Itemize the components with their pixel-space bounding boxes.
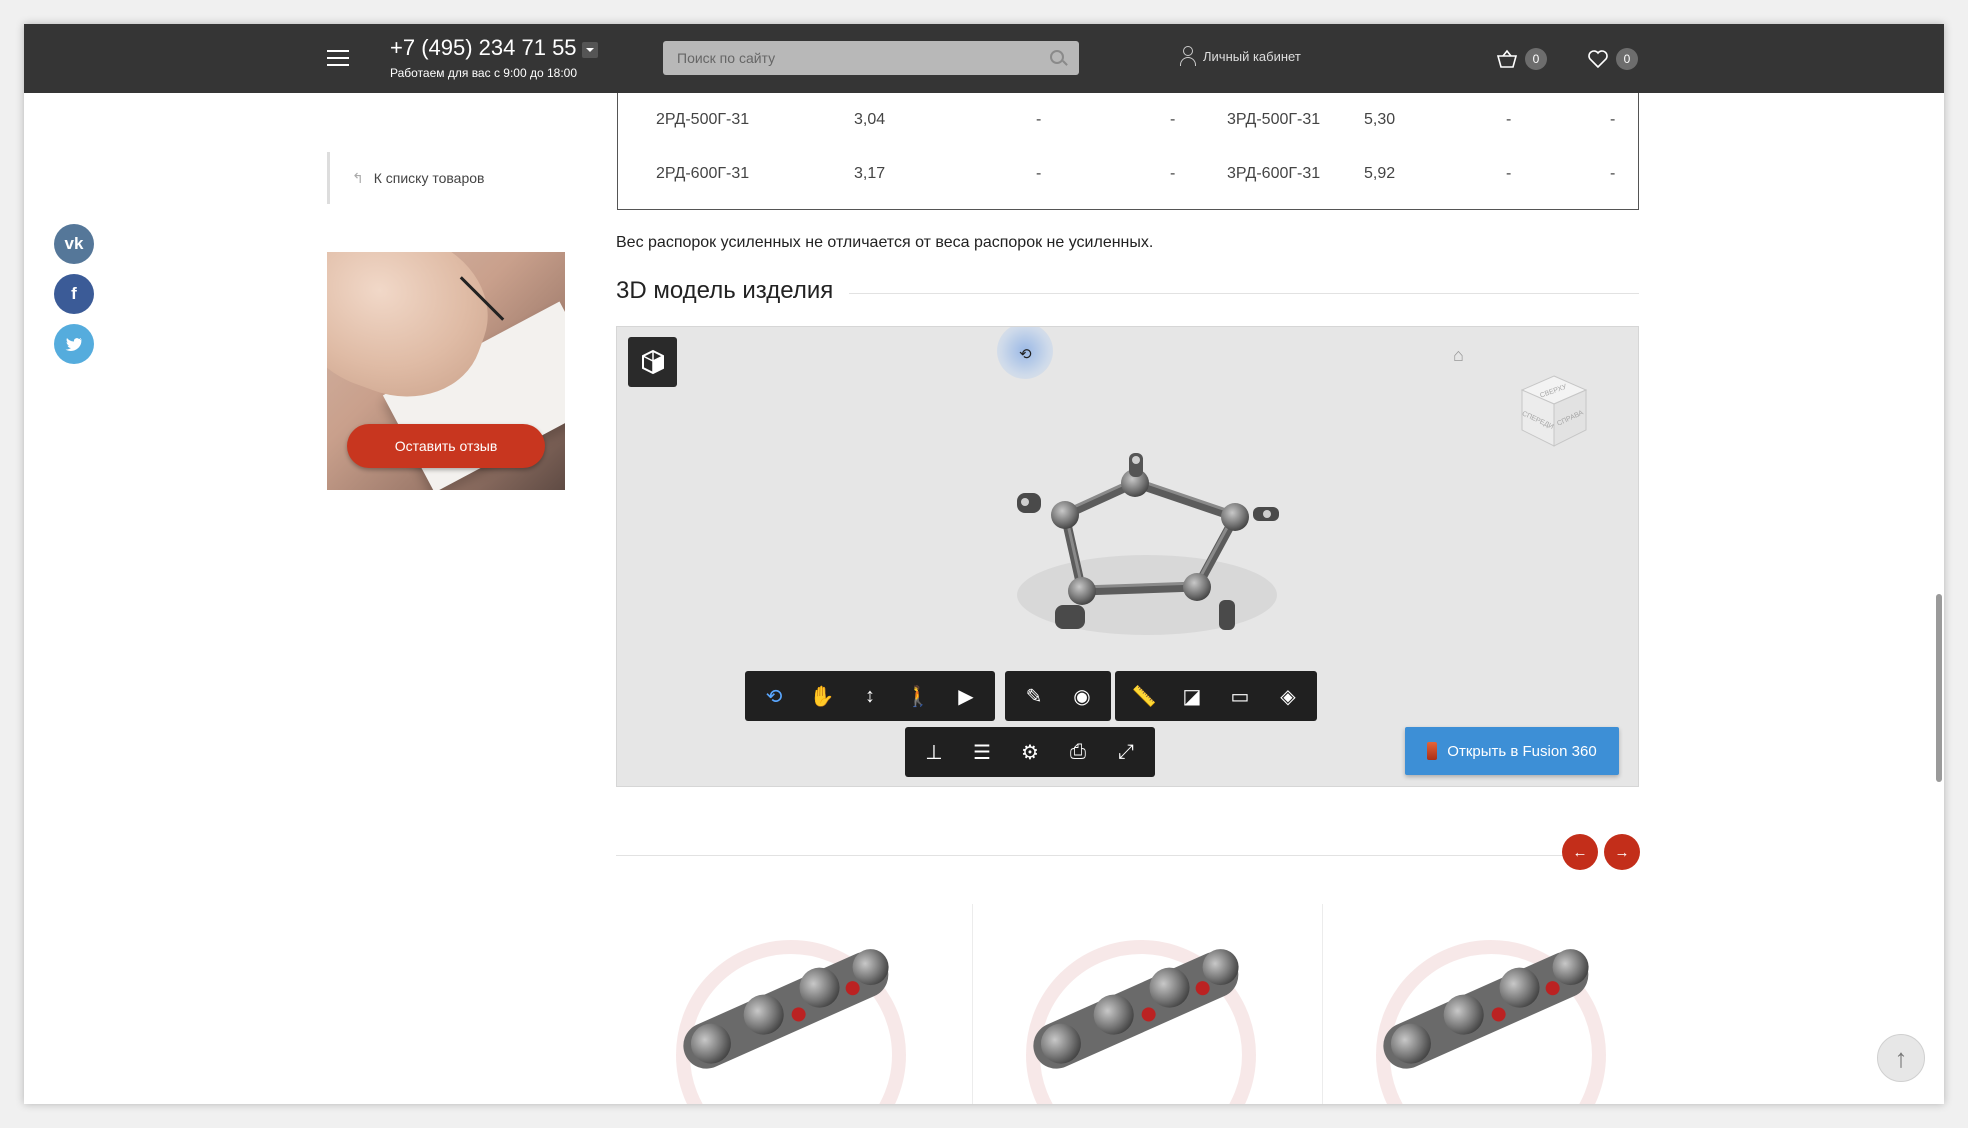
measure-ruler-icon[interactable]: 📏 — [1121, 674, 1167, 718]
table-cell: 2РД-500Г-31 — [656, 111, 750, 128]
section-title: 3D модель изделия — [616, 277, 850, 305]
table-cell: 3РД-500Г-31 — [1227, 111, 1321, 128]
model-browser-cube-icon[interactable] — [628, 337, 677, 387]
product-image — [1033, 949, 1239, 1069]
fusion-button-label: Открыть в Fusion 360 — [1447, 742, 1597, 760]
spacer-3d-model[interactable] — [997, 445, 1297, 675]
product-card[interactable] — [636, 904, 986, 1104]
print-icon[interactable]: ⎙ — [1055, 730, 1101, 774]
cart-button[interactable]: 0 — [1496, 48, 1547, 70]
table-row: 2РД-600Г-31 3,17 - - 3РД-600Г-31 5,92 - … — [618, 165, 1640, 189]
3d-viewer[interactable]: ⟲ ⌂ СВЕРХУ СПЕРЕДИ СПРАВА ⟲ ✋ ↕ 🚶 ▶ ✎ ◉ … — [616, 326, 1639, 787]
settings-gear-icon[interactable]: ⚙ — [1007, 730, 1053, 774]
review-banner: Оставить отзыв — [327, 252, 565, 490]
explode-cube-icon[interactable]: ◈ — [1265, 674, 1311, 718]
table-cell: - — [1170, 165, 1176, 182]
viewcube[interactable]: СВЕРХУ СПЕРЕДИ СПРАВА — [1514, 372, 1594, 452]
table-cell: 3РД-600Г-31 — [1227, 165, 1321, 182]
scrollbar[interactable] — [1936, 594, 1942, 782]
back-link-label: К списку товаров — [373, 170, 485, 186]
leave-review-button[interactable]: Оставить отзыв — [347, 424, 545, 468]
model-tree-icon[interactable]: ⊥ — [911, 730, 957, 774]
favorites-button[interactable]: 0 — [1587, 48, 1638, 70]
table-cell: 2РД-600Г-31 — [656, 165, 750, 182]
table-cell: 5,92 — [1364, 165, 1396, 182]
site-header: +7 (495) 234 71 55 Работаем для вас с 9:… — [24, 24, 1944, 93]
vk-icon[interactable]: vk — [54, 224, 94, 264]
tools-toolbar: 📏 ◪ ▭ ◈ — [1115, 671, 1317, 721]
table-cell: - — [1036, 111, 1042, 128]
table-cell: - — [1610, 111, 1616, 128]
orbit-cursor-icon: ⟲ — [1019, 346, 1032, 363]
fullscreen-icon[interactable]: ⤢ — [1103, 730, 1149, 774]
working-hours: Работаем для вас с 9:00 до 18:00 — [390, 66, 578, 80]
section-cube-icon[interactable]: ◪ — [1169, 674, 1215, 718]
first-person-icon[interactable]: 🚶 — [895, 674, 941, 718]
zoom-icon[interactable]: ↕ — [847, 674, 893, 718]
weight-note: Вес распорок усиленных не отличается от … — [616, 234, 1154, 251]
markup-pen-icon[interactable]: ✎ — [1011, 674, 1057, 718]
table-cell: - — [1036, 165, 1042, 182]
twitter-icon[interactable] — [54, 324, 94, 364]
pan-hand-icon[interactable]: ✋ — [799, 674, 845, 718]
favorites-count-badge: 0 — [1616, 48, 1638, 70]
browser-window: +7 (495) 234 71 55 Работаем для вас с 9:… — [24, 24, 1944, 1104]
scroll-to-top-arrow-icon[interactable]: ↑ — [1877, 1034, 1925, 1082]
properties-icon[interactable]: ☰ — [959, 730, 1005, 774]
chevron-down-icon[interactable] — [582, 42, 598, 58]
folder-icon[interactable]: ▭ — [1217, 674, 1263, 718]
product-image — [1383, 949, 1589, 1069]
orbit-tool-icon[interactable]: ⟲ — [751, 674, 797, 718]
open-in-fusion-button[interactable]: Открыть в Fusion 360 — [1405, 727, 1619, 775]
back-to-list-link[interactable]: ↰ К списку товаров — [327, 152, 484, 204]
twitter-bird-icon — [65, 337, 82, 351]
hide-eye-icon[interactable]: ◉ — [1059, 674, 1105, 718]
table-cell: - — [1506, 111, 1512, 128]
table-cell: 3,17 — [854, 165, 886, 182]
card-separator — [972, 904, 973, 1104]
table-cell: 5,30 — [1364, 111, 1396, 128]
account-link[interactable]: Личный кабинет — [1179, 46, 1301, 66]
table-cell: - — [1170, 111, 1176, 128]
table-cell: - — [1610, 165, 1616, 182]
table-cell: - — [1506, 165, 1512, 182]
menu-icon[interactable] — [327, 50, 349, 66]
search-icon[interactable] — [1050, 50, 1064, 64]
table-cell: 3,04 — [854, 111, 886, 128]
settings-toolbar: ⊥ ☰ ⚙ ⎙ ⤢ — [905, 727, 1155, 777]
carousel-next-arrow-icon[interactable]: → — [1604, 834, 1640, 870]
carousel-divider — [616, 855, 1567, 856]
account-label: Личный кабинет — [1203, 48, 1301, 64]
return-arrow-icon: ↰ — [352, 169, 364, 186]
product-card[interactable] — [986, 904, 1336, 1104]
home-icon[interactable]: ⌂ — [1453, 345, 1464, 366]
fusion-logo-icon — [1427, 742, 1438, 760]
basket-icon — [1496, 49, 1518, 68]
user-icon — [1179, 46, 1196, 66]
phone-number[interactable]: +7 (495) 234 71 55 — [390, 35, 577, 61]
product-card[interactable] — [1336, 904, 1686, 1104]
facebook-icon[interactable]: f — [54, 274, 94, 314]
navigation-toolbar: ⟲ ✋ ↕ 🚶 ▶ — [745, 671, 995, 721]
spec-table: 2РД-500Г-31 3,04 - - 3РД-500Г-31 5,30 - … — [617, 93, 1639, 210]
table-row: 2РД-500Г-31 3,04 - - 3РД-500Г-31 5,30 - … — [618, 111, 1640, 135]
viewcube-icon: СВЕРХУ СПЕРЕДИ СПРАВА — [1520, 375, 1588, 447]
card-separator — [1322, 904, 1323, 1104]
markup-toolbar: ✎ ◉ — [1005, 671, 1111, 721]
search-input[interactable] — [663, 41, 1079, 75]
cube-icon — [641, 349, 664, 375]
camera-icon[interactable]: ▶ — [943, 674, 989, 718]
product-image — [683, 949, 889, 1069]
heart-icon — [1588, 50, 1608, 69]
carousel-prev-arrow-icon[interactable]: ← — [1562, 834, 1598, 870]
cart-count-badge: 0 — [1525, 48, 1547, 70]
